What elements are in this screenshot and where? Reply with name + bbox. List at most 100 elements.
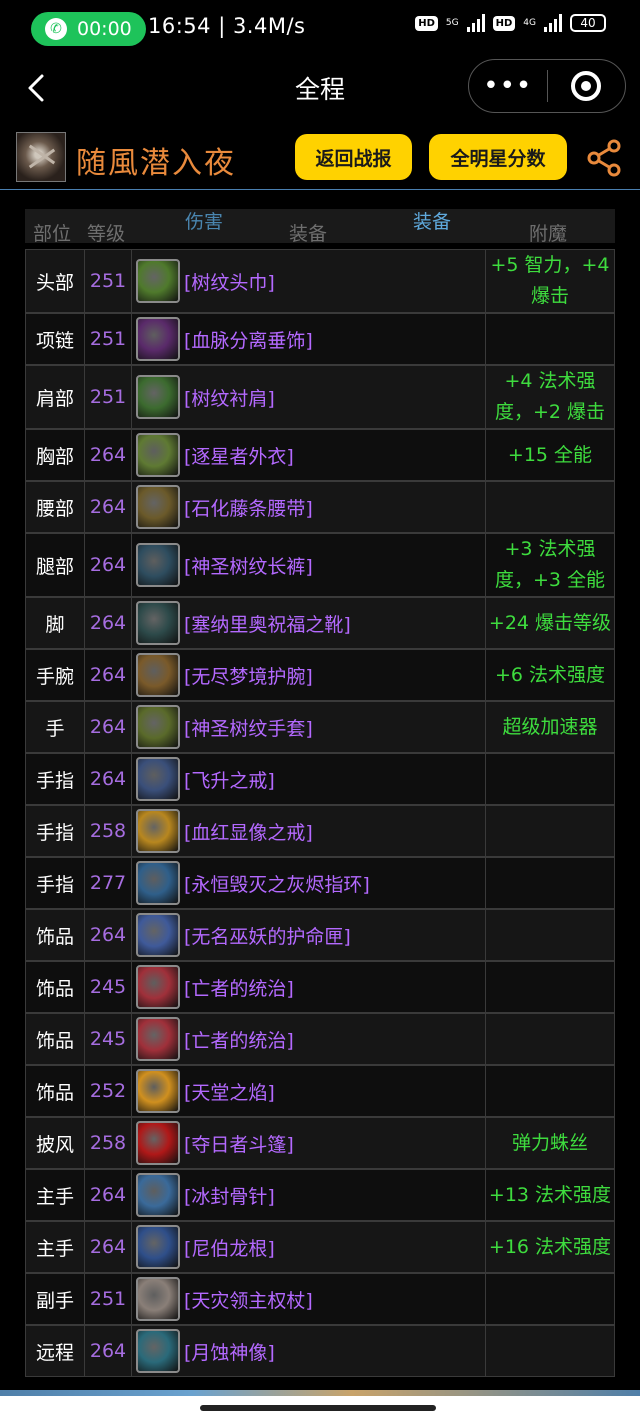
item-icon xyxy=(136,705,180,749)
item-cell[interactable]: [天堂之焰] xyxy=(132,1066,486,1116)
item-name-link[interactable]: [血红显像之戒] xyxy=(184,818,313,845)
nav-bar: 全程 ••• xyxy=(0,58,640,120)
item-level-cell: 251 xyxy=(85,250,132,312)
enchant-cell xyxy=(486,482,615,532)
item-name-link[interactable]: [树纹头巾] xyxy=(184,268,275,295)
item-name-link[interactable]: [神圣树纹手套] xyxy=(184,714,313,741)
item-cell[interactable]: [飞升之戒] xyxy=(132,754,486,804)
item-name-link[interactable]: [天灾领主权杖] xyxy=(184,1286,313,1313)
table-row[interactable]: 肩部 251 [树纹衬肩] +4 法术强度，+2 爆击 xyxy=(25,365,615,429)
item-name-link[interactable]: [天堂之焰] xyxy=(184,1078,275,1105)
more-options-icon[interactable]: ••• xyxy=(469,73,547,99)
enchant-cell xyxy=(486,806,615,856)
share-icon[interactable] xyxy=(584,138,624,178)
item-cell[interactable]: [月蚀神像] xyxy=(132,1326,486,1376)
item-cell[interactable]: [冰封骨针] xyxy=(132,1170,486,1220)
item-name-link[interactable]: [树纹衬肩] xyxy=(184,384,275,411)
item-name-link[interactable]: [永恒毁灭之灰烬指环] xyxy=(184,870,370,897)
item-icon xyxy=(136,433,180,477)
item-cell[interactable]: [血红显像之戒] xyxy=(132,806,486,856)
table-row[interactable]: 手 264 [神圣树纹手套] 超级加速器 xyxy=(25,701,615,753)
close-miniprogram-button[interactable] xyxy=(548,71,626,101)
enchant-cell xyxy=(486,1274,615,1324)
table-row[interactable]: 远程 264 [月蚀神像] xyxy=(25,1325,615,1377)
table-row[interactable]: 副手 251 [天灾领主权杖] xyxy=(25,1273,615,1325)
item-icon xyxy=(136,1173,180,1217)
item-cell[interactable]: [夺日者斗篷] xyxy=(132,1118,486,1168)
item-name-link[interactable]: [神圣树纹长裤] xyxy=(184,552,313,579)
table-row[interactable]: 项链 251 [血脉分离垂饰] xyxy=(25,313,615,365)
home-indicator[interactable] xyxy=(200,1405,436,1411)
ongoing-call-pill[interactable]: ✆ 00:00 xyxy=(31,12,146,46)
item-name-link[interactable]: [夺日者斗篷] xyxy=(184,1130,294,1157)
item-name-link[interactable]: [亡者的统治] xyxy=(184,974,294,1001)
item-name-link[interactable]: [逐星者外衣] xyxy=(184,442,294,469)
item-name-link[interactable]: [无名巫妖的护命匣] xyxy=(184,922,351,949)
slot-cell: 脚 xyxy=(25,598,85,648)
item-name-link[interactable]: [塞纳里奥祝福之靴] xyxy=(184,610,351,637)
table-row[interactable]: 手指 277 [永恒毁灭之灰烬指环] xyxy=(25,857,615,909)
item-cell[interactable]: [永恒毁灭之灰烬指环] xyxy=(132,858,486,908)
back-to-report-button[interactable]: 返回战报 xyxy=(295,134,412,180)
enchant-cell: 弹力蛛丝 xyxy=(486,1118,615,1168)
item-level-cell: 251 xyxy=(85,366,132,428)
slot-cell: 主手 xyxy=(25,1170,85,1220)
item-cell[interactable]: [尼伯龙根] xyxy=(132,1222,486,1272)
enchant-cell: +13 法术强度 xyxy=(486,1170,615,1220)
item-name-link[interactable]: [尼伯龙根] xyxy=(184,1234,275,1261)
item-name-link[interactable]: [石化藤条腰带] xyxy=(184,494,313,521)
all-star-score-button[interactable]: 全明星分数 xyxy=(429,134,567,180)
table-row[interactable]: 主手 264 [冰封骨针] +13 法术强度 xyxy=(25,1169,615,1221)
item-name-link[interactable]: [飞升之戒] xyxy=(184,766,275,793)
table-row[interactable]: 饰品 264 [无名巫妖的护命匣] xyxy=(25,909,615,961)
table-row[interactable]: 披风 258 [夺日者斗篷] 弹力蛛丝 xyxy=(25,1117,615,1169)
item-cell[interactable]: [神圣树纹手套] xyxy=(132,702,486,752)
item-cell[interactable]: [无名巫妖的护命匣] xyxy=(132,910,486,960)
item-cell[interactable]: [神圣树纹长裤] xyxy=(132,534,486,596)
gesture-area xyxy=(0,1396,640,1422)
item-cell[interactable]: [树纹头巾] xyxy=(132,250,486,312)
item-cell[interactable]: [亡者的统治] xyxy=(132,1014,486,1064)
slot-cell: 肩部 xyxy=(25,366,85,428)
item-cell[interactable]: [石化藤条腰带] xyxy=(132,482,486,532)
item-name-link[interactable]: [冰封骨针] xyxy=(184,1182,275,1209)
table-row[interactable]: 胸部 264 [逐星者外衣] +15 全能 xyxy=(25,429,615,481)
phone-icon: ✆ xyxy=(45,18,67,40)
table-row[interactable]: 饰品 245 [亡者的统治] xyxy=(25,1013,615,1065)
item-cell[interactable]: [亡者的统治] xyxy=(132,962,486,1012)
header-slot: 部位 xyxy=(33,223,72,245)
table-row[interactable]: 饰品 252 [天堂之焰] xyxy=(25,1065,615,1117)
tab-gear[interactable]: 装备 xyxy=(413,207,451,234)
item-cell[interactable]: [塞纳里奥祝福之靴] xyxy=(132,598,486,648)
item-name-link[interactable]: [月蚀神像] xyxy=(184,1338,275,1365)
item-name-link[interactable]: [血脉分离垂饰] xyxy=(184,326,313,353)
item-cell[interactable]: [天灾领主权杖] xyxy=(132,1274,486,1324)
tab-damage[interactable]: 伤害 xyxy=(185,207,223,234)
clock-and-speed: 16:54 | 3.4M/s xyxy=(148,14,306,38)
item-cell[interactable]: [树纹衬肩] xyxy=(132,366,486,428)
item-level-cell: 264 xyxy=(85,1170,132,1220)
table-row[interactable]: 头部 251 [树纹头巾] +5 智力，+4 爆击 xyxy=(25,249,615,313)
table-row[interactable]: 主手 264 [尼伯龙根] +16 法术强度 xyxy=(25,1221,615,1273)
item-name-link[interactable]: [亡者的统治] xyxy=(184,1026,294,1053)
item-level-cell: 264 xyxy=(85,482,132,532)
item-name-link[interactable]: [无尽梦境护腕] xyxy=(184,662,313,689)
item-cell[interactable]: [无尽梦境护腕] xyxy=(132,650,486,700)
table-row[interactable]: 手指 264 [飞升之戒] xyxy=(25,753,615,805)
gear-panel: 部位 等级 伤害 装备 装备 附魔 头部 251 [树纹头巾] +5 智力，+4 爆击… xyxy=(0,191,640,1391)
table-row[interactable]: 脚 264 [塞纳里奥祝福之靴] +24 爆击等级 xyxy=(25,597,615,649)
item-level-cell: 264 xyxy=(85,754,132,804)
item-level-cell: 258 xyxy=(85,806,132,856)
table-row[interactable]: 饰品 245 [亡者的统治] xyxy=(25,961,615,1013)
item-cell[interactable]: [血脉分离垂饰] xyxy=(132,314,486,364)
table-row[interactable]: 腰部 264 [石化藤条腰带] xyxy=(25,481,615,533)
item-cell[interactable]: [逐星者外衣] xyxy=(132,430,486,480)
status-indicators: HD 5G HD 4G 40 xyxy=(415,14,606,32)
hd-badge-2: HD xyxy=(492,15,516,31)
table-row[interactable]: 手指 258 [血红显像之戒] xyxy=(25,805,615,857)
item-level-cell: 264 xyxy=(85,598,132,648)
signal-strength-icon xyxy=(466,14,485,32)
item-icon xyxy=(136,485,180,529)
table-row[interactable]: 腿部 264 [神圣树纹长裤] +3 法术强度，+3 全能 xyxy=(25,533,615,597)
table-row[interactable]: 手腕 264 [无尽梦境护腕] +6 法术强度 xyxy=(25,649,615,701)
